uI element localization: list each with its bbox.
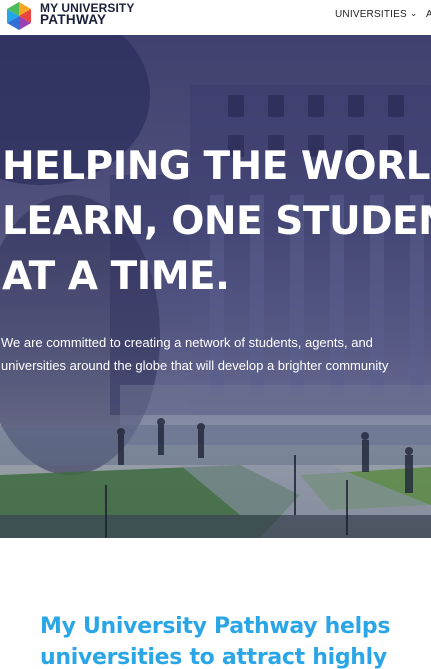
- logo-icon[interactable]: [4, 1, 34, 31]
- nav-universities-label: UNIVERSITIES: [335, 9, 407, 20]
- intro-heading-line-1: My University Pathway helps: [40, 614, 391, 639]
- hero-description-line-1: We are committed to creating a network o…: [1, 335, 373, 350]
- hero-headline-line-3: AT A TIME.: [2, 254, 230, 299]
- hero-description: We are committed to creating a network o…: [1, 331, 431, 377]
- intro-section: My University Pathway helps universities…: [0, 538, 431, 669]
- chevron-down-icon: ⌄: [409, 8, 418, 18]
- hero-headline: HELPING THE WORLD LEARN, ONE STUDENT AT …: [2, 139, 431, 304]
- brand-name[interactable]: MY UNIVERSITY PATHWAY: [40, 2, 134, 26]
- site-header: MY UNIVERSITY PATHWAY UNIVERSITIES ⌄ A: [0, 0, 431, 35]
- nav-item-clipped[interactable]: A: [426, 9, 431, 20]
- intro-heading-line-2: universities to attract highly: [40, 645, 387, 669]
- brand-line-2: PATHWAY: [40, 12, 107, 27]
- nav-universities[interactable]: UNIVERSITIES ⌄: [335, 8, 418, 20]
- hero-headline-line-1: HELPING THE WORLD: [2, 144, 431, 189]
- hero-headline-line-2: LEARN, ONE STUDENT: [2, 199, 431, 244]
- hero-section: HELPING THE WORLD LEARN, ONE STUDENT AT …: [0, 35, 431, 538]
- hero-description-line-2: universities around the globe that will …: [1, 358, 389, 373]
- intro-heading: My University Pathway helps universities…: [40, 611, 390, 669]
